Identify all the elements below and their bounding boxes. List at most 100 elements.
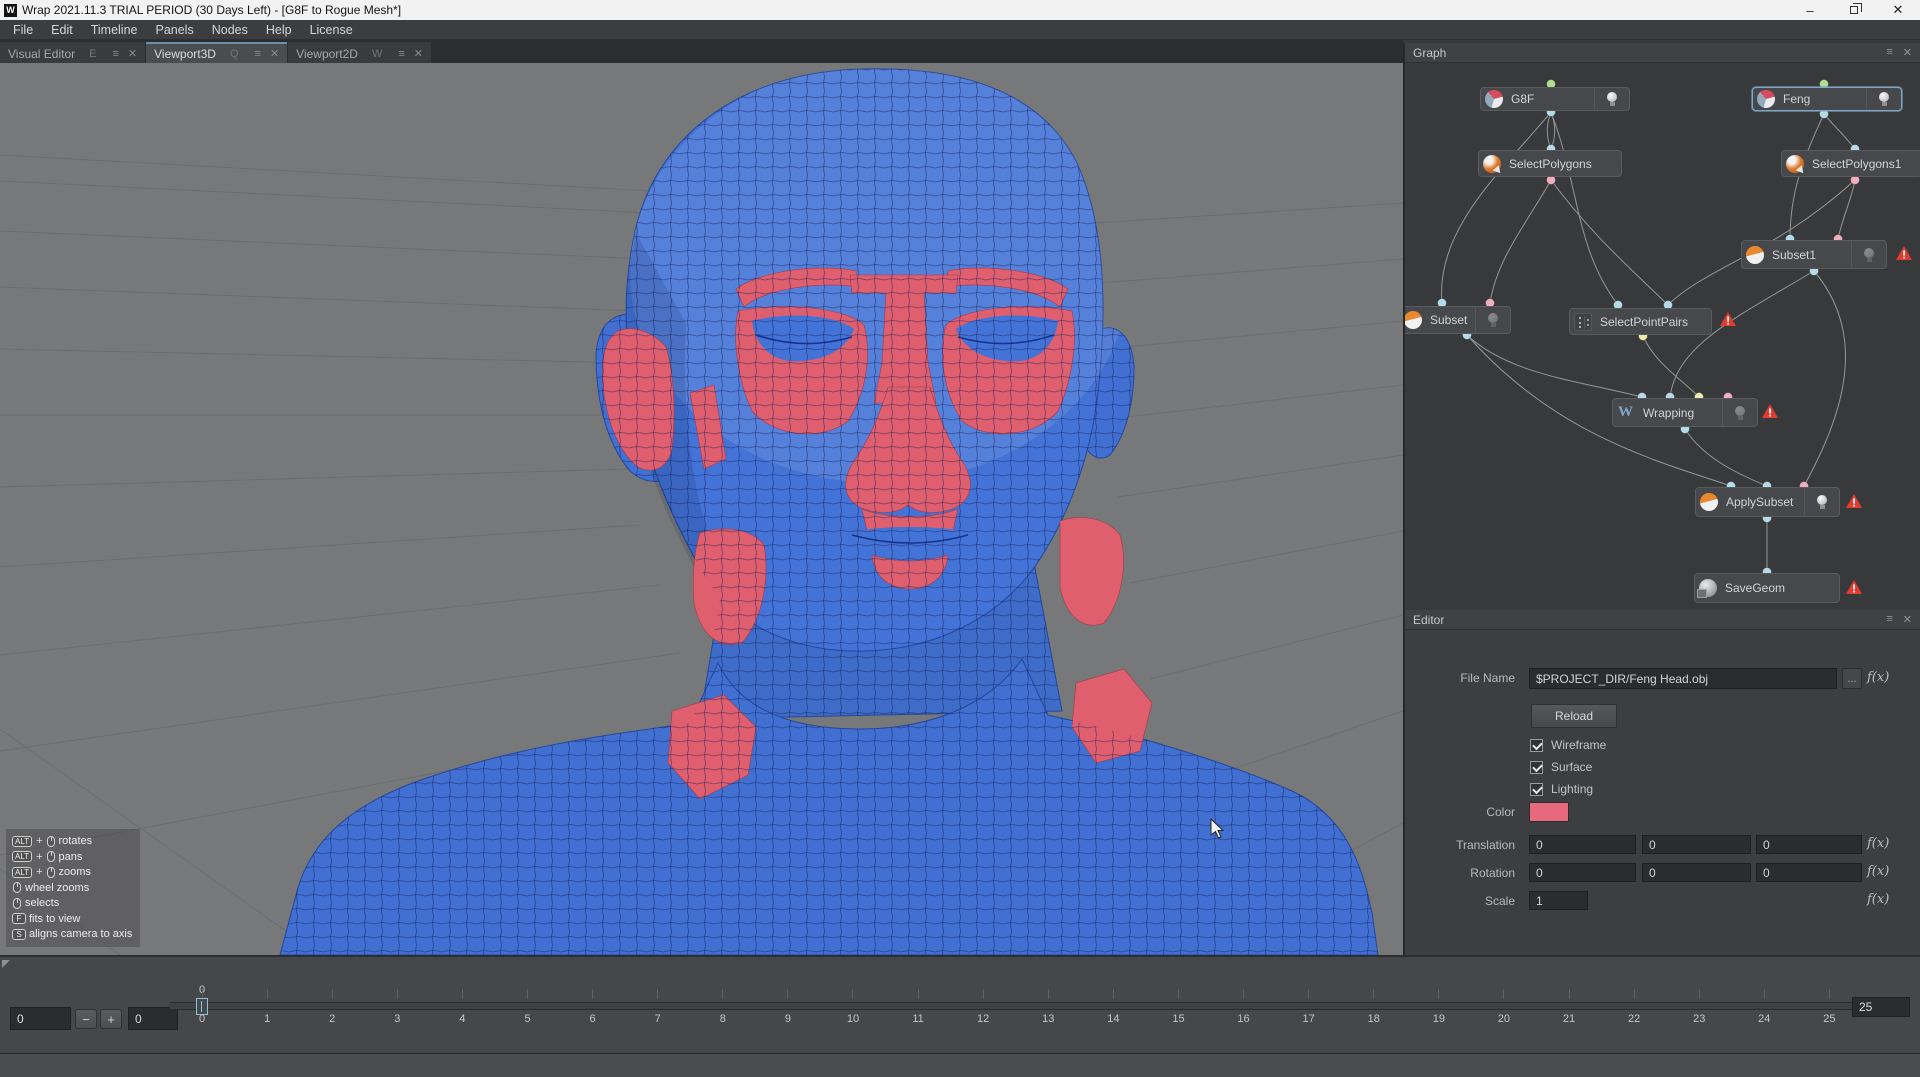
graph-panel-header: Graph ≡ ✕	[1405, 43, 1920, 63]
color-swatch[interactable]	[1529, 802, 1569, 822]
tab-close-icon[interactable]: ✕	[270, 47, 279, 60]
tick: 10	[820, 989, 885, 1025]
translation-label: Translation	[1415, 838, 1515, 852]
status-bar	[0, 1053, 1920, 1077]
tab-viewport2d[interactable]: Viewport2D W ≡ ✕	[288, 42, 431, 63]
editor-panel: Editor ≡ ✕ File Name $PROJECT_DIR/Feng H…	[1403, 610, 1920, 955]
mouse-icon	[47, 836, 55, 847]
timeline-start-input[interactable]: 0	[10, 1007, 71, 1030]
graph-node-g8f[interactable]: G8F	[1480, 87, 1630, 111]
graph-node-selectpolygons[interactable]: SelectPolygons	[1478, 150, 1622, 177]
panel-menu-icon[interactable]: ≡	[1886, 46, 1892, 59]
select-polygons-icon	[1786, 155, 1804, 173]
mouse-wheel-icon	[13, 882, 21, 893]
expression-fx-icon[interactable]: f(x)	[1867, 864, 1889, 879]
tick: 22	[1602, 989, 1667, 1025]
node-graph-canvas[interactable]: G8F Feng SelectPolygons SelectPolygons1 …	[1405, 63, 1920, 610]
frame-increment-button[interactable]: +	[100, 1009, 122, 1029]
menu-item[interactable]: Help	[257, 20, 301, 39]
tab-menu-icon[interactable]: ≡	[398, 48, 403, 60]
panel-menu-icon[interactable]: ≡	[1886, 613, 1892, 626]
tick: 1	[235, 989, 300, 1025]
point-pairs-icon	[1574, 313, 1592, 331]
graph-node-savegeom[interactable]: SaveGeom	[1694, 573, 1840, 603]
timeline-end-input[interactable]: 25	[1852, 997, 1910, 1017]
viewport-3d[interactable]: ALT+rotates ALT+pans ALT+zooms wheel zoo…	[0, 63, 1403, 955]
wireframe-checkbox-row[interactable]: Wireframe	[1530, 738, 1606, 752]
visibility-bulb-icon[interactable]	[1863, 247, 1875, 263]
panel-close-icon[interactable]: ✕	[1903, 46, 1912, 59]
expression-fx-icon[interactable]: f(x)	[1867, 836, 1889, 851]
viewport-shortcut-hints: ALT+rotates ALT+pans ALT+zooms wheel zoo…	[6, 829, 140, 948]
tab-close-icon[interactable]: ✕	[414, 47, 423, 60]
subset-icon	[1700, 493, 1718, 511]
tab-menu-icon[interactable]: ≡	[255, 48, 260, 60]
graph-node-feng[interactable]: Feng	[1752, 87, 1902, 111]
visibility-bulb-icon[interactable]	[1606, 91, 1618, 107]
shortcut-label: zooms	[59, 866, 91, 878]
timeline-bar: 0 − + 0 0 012345678910111213141516171819…	[0, 955, 1920, 1053]
restore-button[interactable]	[1832, 0, 1876, 20]
graph-node-wrapping[interactable]: Wrapping	[1612, 398, 1758, 427]
tick: 2	[300, 989, 365, 1025]
menu-item[interactable]: License	[301, 20, 362, 39]
rotation-y-input[interactable]: 0	[1642, 863, 1751, 882]
close-button[interactable]: ✕	[1876, 0, 1920, 20]
minimize-button[interactable]: –	[1788, 0, 1832, 20]
reload-button[interactable]: Reload	[1531, 704, 1617, 728]
tab-menu-icon[interactable]: ≡	[113, 48, 118, 60]
visibility-bulb-icon[interactable]	[1734, 405, 1746, 421]
menu-item[interactable]: File	[4, 20, 42, 39]
wrapping-icon	[1617, 404, 1635, 422]
surface-checkbox-row[interactable]: Surface	[1530, 760, 1592, 774]
visibility-bulb-icon[interactable]	[1878, 91, 1890, 107]
file-name-input[interactable]: $PROJECT_DIR/Feng Head.obj	[1529, 668, 1837, 689]
graph-node-subset[interactable]: Subset	[1405, 306, 1511, 334]
timeline-ruler: 0123456789101112131415161718192021222324…	[170, 989, 1862, 1025]
graph-node-subset1[interactable]: Subset1	[1741, 240, 1887, 269]
tab-close-icon[interactable]: ✕	[128, 47, 137, 60]
tick: 16	[1211, 989, 1276, 1025]
visibility-bulb-icon[interactable]	[1487, 312, 1499, 328]
splitter-handle-icon[interactable]	[2, 960, 10, 968]
lighting-checkbox[interactable]	[1530, 783, 1543, 796]
frame-decrement-button[interactable]: −	[75, 1009, 97, 1029]
mouse-icon	[47, 867, 55, 878]
tab-strip: Visual Editor E ≡ ✕ Viewport3D Q ≡ ✕ Vie…	[0, 40, 1403, 63]
alt-key-badge: ALT	[12, 836, 32, 847]
graph-node-selectpointpairs[interactable]: SelectPointPairs	[1569, 308, 1712, 335]
tick: 14	[1081, 989, 1146, 1025]
translation-x-input[interactable]: 0	[1529, 835, 1636, 854]
tab-viewport3d[interactable]: Viewport3D Q ≡ ✕	[146, 42, 287, 63]
s-key-badge: S	[12, 929, 26, 940]
expression-fx-icon[interactable]: f(x)	[1867, 892, 1889, 907]
menu-item[interactable]: Edit	[42, 20, 82, 39]
expression-fx-icon[interactable]: f(x)	[1867, 670, 1889, 685]
shortcut-label: fits to view	[29, 913, 80, 925]
surface-checkbox[interactable]	[1530, 761, 1543, 774]
browse-button[interactable]: ...	[1842, 668, 1862, 689]
tab-visual-editor[interactable]: Visual Editor E ≡ ✕	[0, 42, 145, 63]
rotation-z-input[interactable]: 0	[1756, 863, 1862, 882]
menu-bar: FileEditTimelinePanelsNodesHelpLicense	[0, 20, 1920, 40]
translation-y-input[interactable]: 0	[1642, 835, 1751, 854]
tick: 13	[1016, 989, 1081, 1025]
lighting-checkbox-row[interactable]: Lighting	[1530, 782, 1593, 796]
playhead-handle[interactable]	[196, 998, 208, 1015]
tick: 4	[430, 989, 495, 1025]
translation-z-input[interactable]: 0	[1756, 835, 1862, 854]
graph-panel-title: Graph	[1413, 46, 1446, 60]
tick: 17	[1276, 989, 1341, 1025]
menu-item[interactable]: Nodes	[203, 20, 257, 39]
menu-item[interactable]: Timeline	[82, 20, 147, 39]
restore-icon	[1850, 6, 1858, 14]
subset-icon	[1405, 311, 1422, 329]
graph-node-selectpolygons1[interactable]: SelectPolygons1	[1781, 150, 1920, 177]
visibility-bulb-icon[interactable]	[1816, 494, 1828, 510]
rotation-x-input[interactable]: 0	[1529, 863, 1636, 882]
scale-input[interactable]: 1	[1529, 891, 1588, 910]
wireframe-checkbox[interactable]	[1530, 739, 1543, 752]
graph-node-applysubset[interactable]: ApplySubset	[1695, 487, 1840, 517]
panel-close-icon[interactable]: ✕	[1903, 613, 1912, 626]
menu-item[interactable]: Panels	[146, 20, 202, 39]
